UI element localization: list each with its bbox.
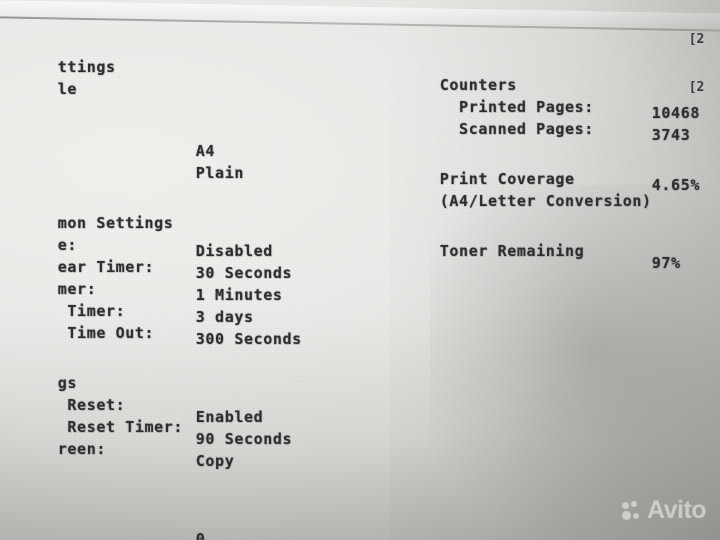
value-text: Copy	[195, 452, 235, 470]
list-item: ttings	[57, 58, 116, 76]
value-text: Enabled	[195, 408, 264, 426]
list-item: Scanned Pages:	[439, 120, 594, 138]
section-title: Counters	[439, 76, 517, 94]
counters-block: Counters Printed Pages: Scanned Pages: P…	[382, 52, 700, 272]
value-text: 1 Minutes	[195, 286, 283, 304]
counters-values: 10468 3743 4.65% 97%	[594, 52, 700, 296]
value-text: 97%	[651, 254, 681, 272]
value-text: 10468	[651, 104, 700, 122]
section-title: Toner Remaining	[439, 242, 585, 260]
list-item: le	[57, 80, 78, 98]
value-text: 90 Seconds	[195, 430, 293, 448]
value-text: 30 Seconds	[195, 264, 293, 282]
left-settings-block: ttings le mon Settings e: ear Timer: mer…	[0, 34, 301, 540]
list-item: e:	[57, 236, 78, 254]
value-text: 4.65%	[651, 176, 700, 194]
clipped-corner-line-1: [2	[688, 32, 705, 47]
value-text: 0	[195, 530, 206, 540]
value-text: 3 days	[195, 308, 254, 326]
value-text: Plain	[195, 164, 244, 182]
list-item: mer:	[57, 280, 97, 298]
section-title: Print Coverage	[439, 170, 575, 188]
list-item: Timer:	[57, 302, 126, 320]
value-text: Disabled	[195, 242, 273, 260]
list-item: Printed Pages:	[439, 98, 594, 116]
list-item: reen:	[57, 440, 106, 458]
value-text: 3743	[651, 126, 691, 144]
list-item: gs	[57, 374, 78, 392]
printer-report-photo: [2 [2 ttings le mon Settings e: ear Time…	[0, 0, 720, 540]
value-text: A4	[195, 142, 216, 160]
list-item: Reset:	[57, 396, 126, 414]
left-settings-values: A4 Plain Disabled 30 Seconds 1 Minutes 3…	[138, 34, 360, 540]
value-text: 300 Seconds	[195, 330, 302, 348]
